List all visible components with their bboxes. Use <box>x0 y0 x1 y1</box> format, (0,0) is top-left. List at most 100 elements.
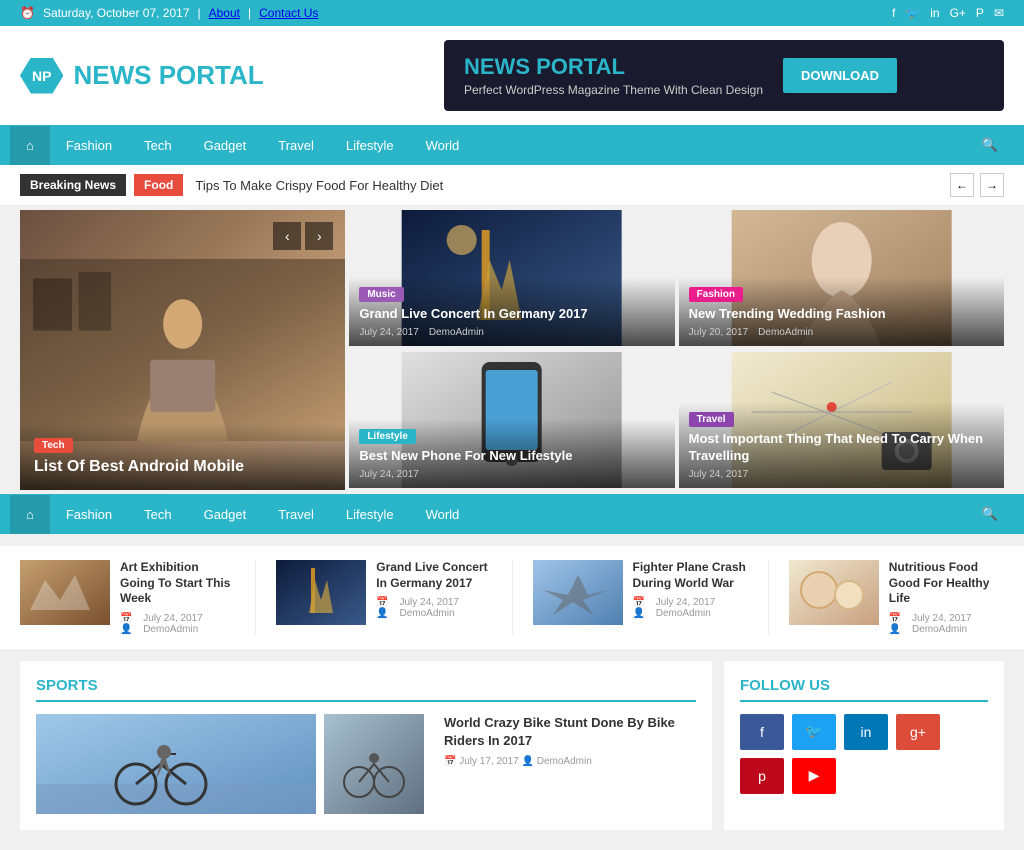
nav2-home[interactable]: ⌂ <box>10 495 50 534</box>
social-pinterest-button[interactable]: p <box>740 758 784 794</box>
sports-secondary-image <box>324 714 424 814</box>
phone-meta: July 24, 2017 <box>359 469 664 480</box>
fighter-thumbnail <box>533 560 623 625</box>
travel-date: July 24, 2017 <box>689 469 749 480</box>
wedding-title: New Trending Wedding Fashion <box>689 306 994 323</box>
food-date-icon: 📅 <box>889 613 901 624</box>
social-facebook-button[interactable]: f <box>740 714 784 750</box>
nav-search-button[interactable]: 🔍 <box>966 125 1014 165</box>
travel-card-content: Travel Most Important Thing That Need To… <box>679 402 1004 488</box>
slider-next-button[interactable]: › <box>305 222 333 250</box>
mini-card-food[interactable]: Nutritious Food Good For Healthy Life 📅 … <box>789 560 1004 635</box>
nav2-world[interactable]: World <box>410 495 476 534</box>
nav2-gadget[interactable]: Gadget <box>188 495 263 534</box>
logo-accent: PORTAL <box>159 60 264 90</box>
fighter-image <box>533 560 623 625</box>
art-date: July 24, 2017 <box>143 613 203 624</box>
sports-author: DemoAdmin <box>537 756 592 767</box>
nav2-travel[interactable]: Travel <box>262 495 330 534</box>
nav-tech[interactable]: Tech <box>128 126 187 165</box>
concert-author: DemoAdmin <box>429 327 484 338</box>
mini-card-concert[interactable]: Grand Live Concert In Germany 2017 📅 Jul… <box>276 560 491 635</box>
wedding-date: July 20, 2017 <box>689 327 749 338</box>
about-link[interactable]: About <box>209 6 240 20</box>
wedding-author: DemoAdmin <box>758 327 813 338</box>
yt-link[interactable]: ✉ <box>994 6 1004 20</box>
follow-section: FOLLOW US f 🐦 in g+ p ▶ <box>724 661 1004 830</box>
fighter-author: DemoAdmin <box>656 608 711 619</box>
breaking-prev-button[interactable]: ← <box>950 173 974 197</box>
concert-mini-author: DemoAdmin <box>399 608 454 619</box>
concert-mini-title: Grand Live Concert In Germany 2017 <box>376 560 491 591</box>
nav-travel[interactable]: Travel <box>262 126 330 165</box>
in-link[interactable]: in <box>930 6 939 20</box>
travel-meta: July 24, 2017 <box>689 469 994 480</box>
banner-text: NEWS PORTAL Perfect WordPress Magazine T… <box>464 54 763 97</box>
phone-card-content: Lifestyle Best New Phone For New Lifesty… <box>349 419 674 488</box>
breaking-category-food: Food <box>134 174 183 196</box>
nav-home[interactable]: ⌂ <box>10 126 50 165</box>
ad-banner: NEWS PORTAL Perfect WordPress Magazine T… <box>444 40 1004 111</box>
art-thumbnail <box>20 560 110 625</box>
breaking-next-button[interactable]: → <box>980 173 1004 197</box>
concert-thumb-image <box>276 560 366 625</box>
top-bar-date: Saturday, October 07, 2017 <box>43 6 190 20</box>
banner-accent: PORTAL <box>536 54 625 79</box>
nav2-tech[interactable]: Tech <box>128 495 187 534</box>
social-youtube-button[interactable]: ▶ <box>792 758 836 794</box>
sports-date-icon: 📅 <box>444 756 456 767</box>
food-thumbnail <box>789 560 879 625</box>
concert-date: July 24, 2017 <box>359 327 419 338</box>
sports-article[interactable]: World Crazy Bike Stunt Done By Bike Ride… <box>36 714 696 814</box>
concert-title: Grand Live Concert In Germany 2017 <box>359 306 664 323</box>
tw-link[interactable]: 🐦 <box>905 6 920 20</box>
divider-1 <box>255 560 256 635</box>
article-card-travel[interactable]: Travel Most Important Thing That Need To… <box>679 352 1004 488</box>
sports-images <box>36 714 424 814</box>
art-meta: 📅 July 24, 2017 👤 DemoAdmin <box>120 613 235 635</box>
article-card-phone[interactable]: Lifestyle Best New Phone For New Lifesty… <box>349 352 674 488</box>
contact-link[interactable]: Contact Us <box>259 6 318 20</box>
breaking-news-label: Breaking News <box>20 174 126 196</box>
nav2-lifestyle[interactable]: Lifestyle <box>330 495 410 534</box>
top-bar-left: ⏰ Saturday, October 07, 2017 | About | C… <box>20 6 318 20</box>
banner-plain: NEWS <box>464 54 536 79</box>
gp-link[interactable]: G+ <box>950 6 966 20</box>
mini-card-art[interactable]: Art Exhibition Going To Start This Week … <box>20 560 235 635</box>
art-author: DemoAdmin <box>143 624 198 635</box>
nav-fashion[interactable]: Fashion <box>50 126 128 165</box>
nav2-search-button[interactable]: 🔍 <box>966 494 1014 534</box>
featured-main-card[interactable]: ‹ › Tech List Of Best Android Mobile <box>20 210 345 490</box>
mini-card-fighter[interactable]: Fighter Plane Crash During World War 📅 J… <box>533 560 748 635</box>
social-googleplus-button[interactable]: g+ <box>896 714 940 750</box>
banner-subtitle: Perfect WordPress Magazine Theme With Cl… <box>464 83 763 97</box>
breaking-news-bar: Breaking News Food Tips To Make Crispy F… <box>0 165 1024 206</box>
slider-prev-button[interactable]: ‹ <box>273 222 301 250</box>
article-card-concert[interactable]: Music Grand Live Concert In Germany 2017… <box>349 210 674 346</box>
wedding-category: Fashion <box>689 287 743 302</box>
nav2-fashion[interactable]: Fashion <box>50 495 128 534</box>
fb-link[interactable]: f <box>892 6 895 20</box>
pi-link[interactable]: P <box>976 6 984 20</box>
social-linkedin-button[interactable]: in <box>844 714 888 750</box>
nav-lifestyle[interactable]: Lifestyle <box>330 126 410 165</box>
site-header: NP NEWS PORTAL NEWS PORTAL Perfect WordP… <box>0 26 1024 125</box>
logo-hex: NP <box>20 58 63 94</box>
food-meta: 📅 July 24, 2017 👤 DemoAdmin <box>889 613 1004 635</box>
art-title: Art Exhibition Going To Start This Week <box>120 560 235 607</box>
site-logo: NP NEWS PORTAL <box>20 58 264 94</box>
nav-world[interactable]: World <box>410 126 476 165</box>
concert-card-content: Music Grand Live Concert In Germany 2017… <box>349 277 674 346</box>
nav-gadget[interactable]: Gadget <box>188 126 263 165</box>
article-card-wedding[interactable]: Fashion New Trending Wedding Fashion Jul… <box>679 210 1004 346</box>
concert-mini-author-icon: 👤 <box>376 608 388 619</box>
breaking-news-nav: ← → <box>950 173 1004 197</box>
social-twitter-button[interactable]: 🐦 <box>792 714 836 750</box>
art-info: Art Exhibition Going To Start This Week … <box>120 560 235 635</box>
top-bar-social: f 🐦 in G+ P ✉ <box>892 6 1004 20</box>
phone-category: Lifestyle <box>359 429 416 444</box>
featured-grid: ‹ › Tech List Of Best Android Mobile Mus… <box>20 210 1004 490</box>
sports-date: July 17, 2017 <box>459 756 519 767</box>
main-card-category: Tech <box>34 438 73 453</box>
banner-download-button[interactable]: DOWNLOAD <box>783 58 897 93</box>
